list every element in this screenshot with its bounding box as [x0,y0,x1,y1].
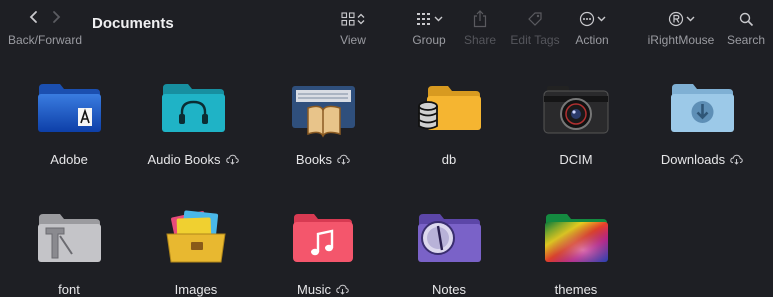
chevron-down-icon [597,16,605,22]
font-folder-icon [34,206,104,268]
back-forward-label: Back/Forward [8,33,83,47]
file-name: Audio Books [147,152,221,167]
chevron-down-icon [434,16,442,22]
updown-chevron-icon [357,13,365,25]
search-button[interactable]: Search [726,8,766,47]
downloads-folder-icon [667,76,737,138]
cloud-download-icon [336,284,349,295]
database-folder-icon [414,76,484,138]
file-item-notes[interactable]: Notes [387,206,511,297]
share-button[interactable]: Share [462,8,498,47]
action-button[interactable]: Action [572,8,612,47]
file-item-adobe[interactable]: Adobe [7,76,131,167]
cloud-download-icon [337,154,350,165]
file-name: Downloads [660,152,726,167]
tag-icon [528,12,542,26]
notes-folder-icon [414,206,484,268]
toolbar: Back/Forward Documents View Group Share … [0,0,773,56]
file-item-images[interactable]: Images [134,206,258,297]
images-folder-icon [161,206,231,268]
edit-tags-button[interactable]: Edit Tags [508,8,562,47]
group-icon [416,13,430,25]
audiobooks-folder-icon [158,76,228,138]
registered-r-icon [668,11,683,27]
edit-tags-label: Edit Tags [510,33,560,47]
file-name: Images [174,282,218,297]
themes-folder-icon [541,206,611,268]
file-name: DCIM [559,152,593,167]
file-name: Adobe [50,152,88,167]
cloud-download-icon [225,154,239,165]
file-item-font[interactable]: font [7,206,131,297]
view-button[interactable]: View [333,8,373,47]
irightmouse-label: iRightMouse [647,33,715,47]
file-item-audio-books[interactable]: Audio Books [131,76,255,167]
ellipsis-circle-icon [579,11,594,27]
back-arrow-icon[interactable] [29,10,39,29]
back-forward-control[interactable]: Back/Forward [8,8,82,47]
music-folder-icon [288,206,358,268]
window-title: Documents [92,15,174,32]
file-item-themes[interactable]: themes [514,206,638,297]
file-item-music[interactable]: Music [261,206,385,297]
chevron-down-icon [686,16,694,22]
view-label: View [340,33,366,47]
group-label: Group [412,33,446,47]
camera-folder-icon [541,76,611,138]
search-label: Search [726,33,766,47]
action-label: Action [575,33,609,47]
file-name: db [441,152,457,167]
cloud-download-icon [730,154,743,165]
file-item-downloads[interactable]: Downloads [640,76,764,167]
grid-view-icon [341,12,355,26]
file-name: themes [554,282,598,297]
share-icon [473,10,487,28]
file-name: Books [295,152,333,167]
file-name: font [58,282,80,297]
file-name: Music [297,282,331,297]
file-name: Notes [432,282,466,297]
irightmouse-button[interactable]: iRightMouse [645,8,717,47]
file-item-db[interactable]: db [387,76,511,167]
search-icon [739,12,753,26]
group-button[interactable]: Group [408,8,450,47]
share-label: Share [463,33,497,47]
file-item-books[interactable]: Books [261,76,385,167]
adobe-folder-icon [34,76,104,138]
forward-arrow-icon[interactable] [51,10,61,29]
file-item-dcim[interactable]: DCIM [514,76,638,167]
books-folder-icon [288,76,358,138]
